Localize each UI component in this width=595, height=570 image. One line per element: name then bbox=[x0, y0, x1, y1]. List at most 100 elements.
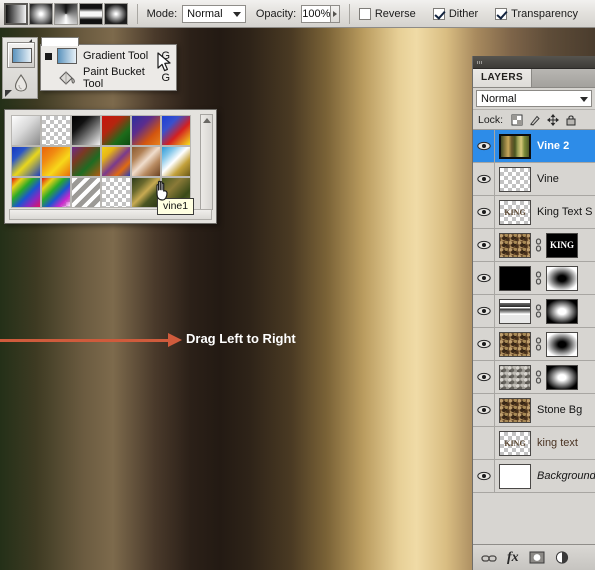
layer-mask-thumbnail[interactable]: KING bbox=[546, 232, 578, 258]
layer-row[interactable]: KING bbox=[473, 229, 595, 262]
picker-scrollbar[interactable] bbox=[200, 114, 213, 210]
layer-row[interactable]: Vine 2 bbox=[473, 130, 595, 163]
gradient-swatch[interactable] bbox=[41, 177, 71, 208]
layer-name[interactable]: Vine 2 bbox=[537, 140, 595, 152]
linear-gradient-type-button[interactable] bbox=[4, 2, 28, 25]
layer-thumbnail[interactable]: KING bbox=[499, 199, 531, 225]
layer-mask-thumbnail[interactable] bbox=[546, 265, 578, 291]
gradient-swatch[interactable] bbox=[131, 115, 161, 146]
layer-visibility-toggle[interactable] bbox=[473, 229, 495, 261]
layer-mask-link-icon[interactable] bbox=[534, 337, 543, 351]
layer-name[interactable]: Vine bbox=[537, 173, 595, 185]
gradient-tool-icon bbox=[12, 48, 32, 63]
gradient-swatch[interactable] bbox=[131, 146, 161, 177]
layer-name[interactable]: King Text S bbox=[537, 206, 595, 218]
gradient-swatch[interactable] bbox=[41, 115, 71, 146]
link-layers-icon[interactable] bbox=[481, 553, 497, 563]
layer-name[interactable]: Stone Bg bbox=[537, 404, 595, 416]
blur-tool-droplet-icon[interactable] bbox=[14, 74, 28, 92]
layer-row[interactable]: Stone Bg bbox=[473, 394, 595, 427]
adjustment-layer-icon[interactable] bbox=[555, 551, 569, 564]
transparency-label: Transparency bbox=[511, 7, 578, 20]
layer-thumbnail[interactable] bbox=[499, 166, 531, 192]
gradient-swatch[interactable] bbox=[11, 177, 41, 208]
layer-name[interactable]: Background bbox=[537, 470, 595, 482]
lock-image-pixels-icon[interactable] bbox=[529, 114, 541, 126]
gradient-swatch[interactable] bbox=[161, 146, 191, 177]
layer-visibility-toggle[interactable] bbox=[473, 262, 495, 294]
layer-mask-thumbnail[interactable] bbox=[546, 331, 578, 357]
reverse-checkbox[interactable]: Reverse bbox=[358, 7, 421, 20]
layer-style-fx-icon[interactable]: fx bbox=[507, 550, 519, 566]
layer-mask-link-icon[interactable] bbox=[534, 238, 543, 252]
layer-row[interactable] bbox=[473, 361, 595, 394]
lock-position-icon[interactable] bbox=[547, 113, 560, 126]
layer-thumbnail[interactable] bbox=[499, 397, 531, 423]
layer-mask-link-icon[interactable] bbox=[534, 304, 543, 318]
layer-visibility-toggle[interactable] bbox=[473, 295, 495, 327]
flyout-item-paint-bucket-tool[interactable]: Paint Bucket Tool G bbox=[41, 66, 176, 90]
layer-row[interactable]: KING King Text S bbox=[473, 196, 595, 229]
layer-row[interactable]: Background bbox=[473, 460, 595, 493]
layer-lock-row: Lock: bbox=[473, 110, 595, 130]
layer-thumbnail[interactable] bbox=[499, 364, 531, 390]
gradient-swatch[interactable] bbox=[101, 115, 131, 146]
radial-gradient-type-button[interactable] bbox=[29, 2, 53, 25]
layer-row[interactable] bbox=[473, 328, 595, 361]
add-layer-mask-icon[interactable] bbox=[529, 551, 545, 564]
layer-mask-thumbnail[interactable] bbox=[546, 298, 578, 324]
layer-row[interactable]: KING king text bbox=[473, 427, 595, 460]
layer-thumbnail[interactable]: KING bbox=[499, 430, 531, 456]
angle-gradient-type-button[interactable] bbox=[54, 2, 78, 25]
gradient-swatch[interactable] bbox=[71, 146, 101, 177]
opacity-input[interactable]: 100% bbox=[301, 4, 331, 23]
layer-list[interactable]: Vine 2 Vine KING King Text S KING Stone … bbox=[473, 130, 595, 560]
transparency-checkbox[interactable]: Transparency bbox=[495, 7, 583, 20]
layer-visibility-toggle[interactable] bbox=[473, 394, 495, 426]
layer-mask-thumbnail[interactable] bbox=[546, 364, 578, 390]
layer-blend-mode-dropdown[interactable]: Normal bbox=[476, 90, 592, 107]
gradient-swatch[interactable] bbox=[11, 115, 41, 146]
gradient-swatch[interactable] bbox=[71, 177, 101, 208]
diamond-gradient-type-button[interactable] bbox=[104, 2, 128, 25]
layer-thumbnail[interactable] bbox=[499, 331, 531, 357]
inactive-tool-bullet-placeholder bbox=[45, 75, 52, 82]
layer-visibility-toggle[interactable] bbox=[473, 427, 495, 459]
layer-name[interactable]: king text bbox=[537, 437, 595, 449]
opacity-slider-button[interactable] bbox=[330, 4, 341, 23]
reflected-gradient-type-button[interactable] bbox=[79, 2, 103, 25]
layer-row[interactable] bbox=[473, 295, 595, 328]
layer-thumbnail[interactable] bbox=[499, 463, 531, 489]
layer-visibility-toggle[interactable] bbox=[473, 130, 495, 162]
layer-row[interactable] bbox=[473, 262, 595, 295]
gradient-swatch[interactable] bbox=[161, 115, 191, 146]
layer-row[interactable]: Vine bbox=[473, 163, 595, 196]
gradient-swatch[interactable] bbox=[11, 146, 41, 177]
layer-thumbnail[interactable] bbox=[499, 265, 531, 291]
dither-checkbox[interactable]: Dither bbox=[432, 7, 483, 20]
dither-label: Dither bbox=[448, 7, 479, 20]
gradient-tool-button[interactable] bbox=[7, 42, 35, 68]
tab-layers[interactable]: LAYERS bbox=[473, 68, 533, 87]
gradient-swatch[interactable] bbox=[71, 115, 101, 146]
gradient-swatch[interactable] bbox=[101, 146, 131, 177]
lock-all-icon[interactable] bbox=[565, 114, 577, 126]
layer-mask-link-icon[interactable] bbox=[534, 271, 543, 285]
layer-mask-link-icon[interactable] bbox=[534, 370, 543, 384]
scroll-up-arrow-icon[interactable] bbox=[202, 118, 211, 123]
layer-thumbnail[interactable] bbox=[499, 133, 531, 159]
layer-visibility-toggle[interactable] bbox=[473, 196, 495, 228]
gradient-swatch[interactable] bbox=[41, 146, 71, 177]
flyout-item-gradient-tool[interactable]: Gradient Tool G bbox=[41, 45, 176, 67]
layer-visibility-toggle[interactable] bbox=[473, 361, 495, 393]
layer-visibility-toggle[interactable] bbox=[473, 328, 495, 360]
gradient-swatch[interactable] bbox=[101, 177, 131, 208]
layer-visibility-toggle[interactable] bbox=[473, 163, 495, 195]
layer-visibility-toggle[interactable] bbox=[473, 460, 495, 492]
layer-thumbnail[interactable] bbox=[499, 298, 531, 324]
layer-thumbnail[interactable] bbox=[499, 232, 531, 258]
panel-title-bar[interactable] bbox=[473, 56, 595, 69]
blend-mode-dropdown[interactable]: Normal bbox=[182, 4, 246, 23]
lock-transparent-pixels-icon[interactable] bbox=[511, 114, 523, 126]
gradient-swatch-tooltip: vine1 bbox=[157, 198, 195, 215]
